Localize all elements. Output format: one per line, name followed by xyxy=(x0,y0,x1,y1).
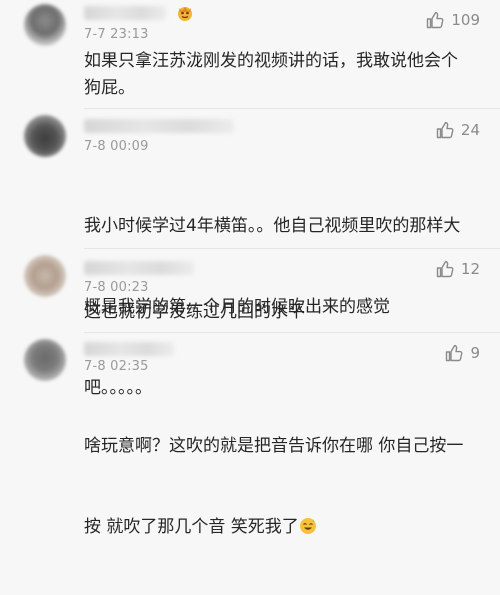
comment-text-line-with-emoji: 按 就吹了那几个音 笑死我了 xyxy=(84,514,484,541)
comment-time: 7-8 00:09 xyxy=(84,139,149,154)
username-blurred[interactable] xyxy=(84,261,194,275)
comment-text-line: 啥玩意啊？这吹的就是把音告诉你在哪 你自己按一 xyxy=(84,436,464,456)
like-count: 24 xyxy=(460,121,480,139)
like-count: 12 xyxy=(460,260,480,278)
like-count: 9 xyxy=(470,344,480,362)
comment-time: 7-8 02:35 xyxy=(84,359,149,374)
like-button[interactable]: 9 xyxy=(444,343,480,363)
comment-time: 7-7 23:13 xyxy=(84,27,149,42)
comment-list: 7-7 23:13 109 如果只拿汪苏泷刚发的视频讲的话，我敢说他会个狗屁。 … xyxy=(0,0,500,537)
username-blurred[interactable] xyxy=(84,6,166,20)
divider xyxy=(84,332,500,333)
thumbs-up-icon xyxy=(427,11,444,29)
thumbs-up-icon xyxy=(446,344,463,362)
comment-text: 啥玩意啊？这吹的就是把音告诉你在哪 你自己按一 按 就吹了那几个音 笑死我了 xyxy=(84,379,484,595)
comment-time: 7-8 00:23 xyxy=(84,280,149,295)
thumbs-up-icon xyxy=(436,260,454,278)
divider xyxy=(84,248,500,249)
like-button[interactable]: 24 xyxy=(435,120,480,140)
avatar[interactable] xyxy=(24,115,66,157)
avatar[interactable] xyxy=(24,255,66,297)
like-button[interactable]: 12 xyxy=(435,259,480,279)
username-blurred[interactable] xyxy=(84,119,234,133)
comment-text-line: 我小时候学过4年横笛。。他自己视频里吹的那样大 xyxy=(84,216,461,236)
username-blurred[interactable] xyxy=(84,342,174,356)
laughing-sweat-emoji-icon xyxy=(299,518,316,534)
like-button[interactable]: 109 xyxy=(425,10,480,30)
comment-text: 这也就初学没练过几回的水平 xyxy=(84,302,305,322)
comment-text-line: 按 就吹了那几个音 笑死我了 xyxy=(84,517,299,537)
like-count: 109 xyxy=(451,11,480,29)
avatar[interactable] xyxy=(24,339,66,381)
crown-avatar-badge-icon xyxy=(178,7,192,21)
avatar[interactable] xyxy=(24,4,66,46)
thumbs-up-icon xyxy=(436,121,454,139)
comment-text: 如果只拿汪苏泷刚发的视频讲的话，我敢说他会个狗屁。 xyxy=(84,51,458,98)
divider xyxy=(84,108,500,109)
